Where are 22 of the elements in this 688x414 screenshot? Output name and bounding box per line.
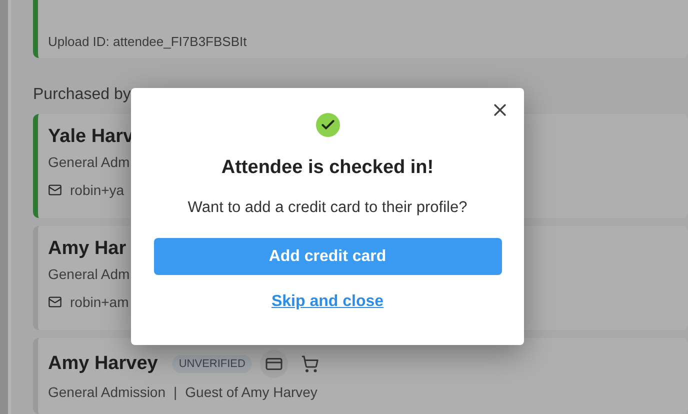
ticket-type: General Adm (48, 154, 130, 170)
ticket-type: General Admission (48, 384, 166, 400)
skip-link[interactable]: Skip and close (271, 293, 384, 311)
attendee-name: Amy Harvey (48, 353, 158, 375)
guest-of: Guest of Amy Harvey (185, 384, 318, 400)
section-label: Purchased by (33, 86, 132, 104)
attendee-card[interactable]: Amy Harvey UNVERIFIED General Admission | Guest of Amy Harvey (33, 338, 688, 414)
status-badge: UNVERIFIED (172, 355, 252, 373)
credit-card-icon[interactable] (260, 350, 288, 378)
ticket-type: General Adm (48, 266, 130, 282)
email: robin+ya (70, 182, 124, 198)
upload-id: Upload ID: attendee_FI7B3FBSBIt (48, 34, 248, 49)
add-credit-card-button[interactable]: Add credit card (154, 238, 502, 275)
check-icon (316, 113, 340, 137)
mail-icon (48, 295, 62, 309)
mail-icon (48, 183, 62, 197)
email: robin+am (70, 294, 129, 310)
separator: | (174, 384, 178, 400)
dialog-message: Want to add a credit card to their profile? (188, 199, 468, 217)
dialog-title: Attendee is checked in! (221, 157, 434, 179)
attendee-name: Yale Harv (48, 126, 134, 148)
attendee-name: Amy Har (48, 238, 126, 260)
